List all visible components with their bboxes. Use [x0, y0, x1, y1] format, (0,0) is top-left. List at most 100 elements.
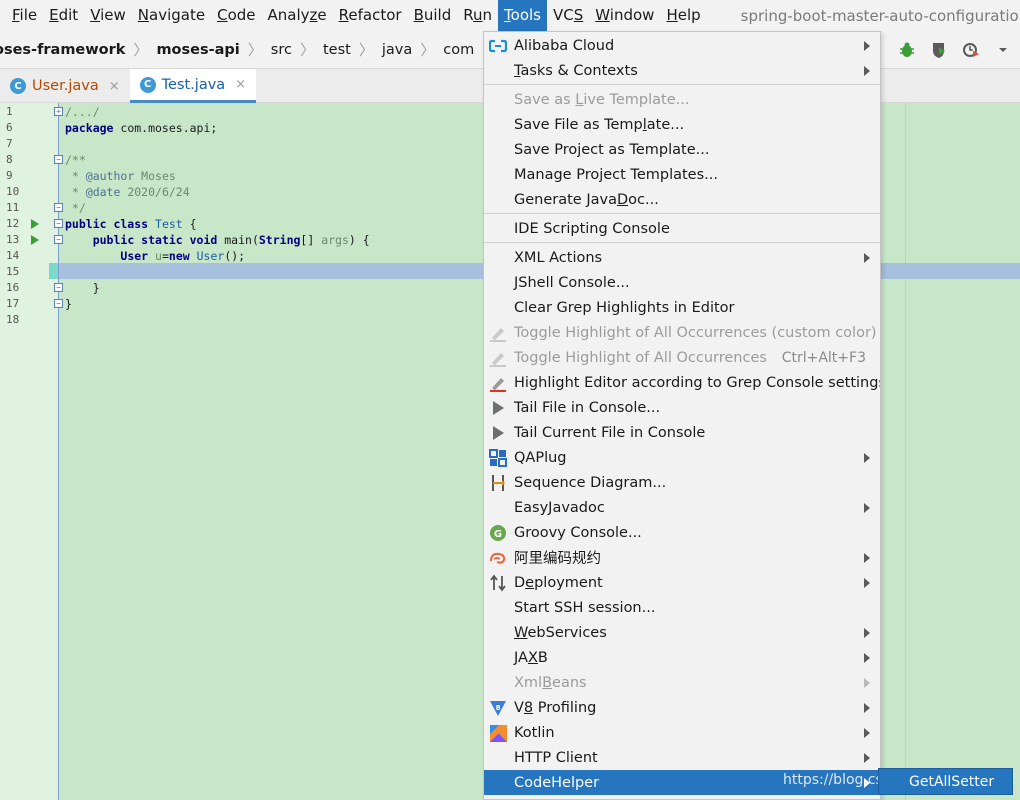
menu-label-pre: XML Actions: [514, 249, 603, 266]
tools-menu-item-save-file-as-template[interactable]: Save File as Template...: [484, 112, 880, 137]
tab-user-java[interactable]: C User.java ×: [0, 69, 130, 103]
code-token: {: [182, 217, 197, 231]
menu-analyze[interactable]: Analyze: [262, 0, 333, 31]
menu-item-label: JShell Console...: [514, 275, 630, 291]
menu-view[interactable]: View: [84, 0, 132, 31]
submenu-arrow-icon: [864, 653, 870, 663]
code-text: package com.moses.api;: [65, 120, 217, 136]
menu-label-pre: IDE Scripting Console: [514, 220, 670, 237]
fold-toggle-icon[interactable]: −: [54, 283, 63, 292]
code-token: *: [65, 169, 86, 183]
breadcrumb-item[interactable]: src: [267, 42, 296, 58]
tools-menu-item-clear-grep-highlights-in-editor[interactable]: Clear Grep Highlights in Editor: [484, 295, 880, 320]
coverage-icon[interactable]: [928, 39, 950, 61]
breadcrumb-item[interactable]: java: [378, 42, 416, 58]
tools-menu-item-qaplug[interactable]: QAPlug: [484, 445, 880, 470]
breadcrumb-item[interactable]: com: [439, 42, 478, 58]
menu-navigate[interactable]: Navigate: [132, 0, 211, 31]
submenu-arrow-icon: [864, 503, 870, 513]
line-number: 10: [6, 185, 20, 198]
profiler-icon[interactable]: [960, 39, 982, 61]
run-gutter-icon[interactable]: [31, 219, 39, 229]
menu-label-pre: QAPlug: [514, 449, 567, 466]
submenu-arrow-icon: [864, 453, 870, 463]
close-icon[interactable]: ×: [109, 79, 120, 94]
code-text: public class Test {: [65, 216, 197, 232]
fold-toggle-icon[interactable]: −: [54, 219, 63, 228]
menu-mnemonic: u: [473, 6, 483, 24]
tools-menu-item-manage-project-templates[interactable]: Manage Project Templates...: [484, 162, 880, 187]
tools-menu-item-jshell-console[interactable]: JShell Console...: [484, 270, 880, 295]
menu-item-label: Kotlin: [514, 725, 555, 741]
tools-menu-item-deployment[interactable]: Deployment: [484, 570, 880, 595]
submenu-arrow-icon: [864, 41, 870, 51]
tools-menu-item-tail-current-file-in-console[interactable]: Tail Current File in Console: [484, 420, 880, 445]
fold-toggle-icon[interactable]: −: [54, 299, 63, 308]
tools-menu-item-webservices[interactable]: WebServices: [484, 620, 880, 645]
line-number: 11: [6, 201, 20, 214]
submenu-arrow-icon: [864, 678, 870, 688]
code-token: ) {: [348, 233, 370, 247]
fold-toggle-icon[interactable]: −: [54, 155, 63, 164]
run-gutter-icon[interactable]: [31, 235, 39, 245]
tools-menu-item-groovy-console[interactable]: G Groovy Console...: [484, 520, 880, 545]
fold-toggle-icon[interactable]: +: [54, 107, 63, 116]
menu-item-label: Tail File in Console...: [514, 400, 660, 416]
submenu-item-getallsetter[interactable]: GetAllSetter: [878, 768, 1013, 795]
tools-menu-item-sequence-diagram[interactable]: Sequence Diagram...: [484, 470, 880, 495]
tools-menu-item-v8-profiling[interactable]: 8 V8 Profiling: [484, 695, 880, 720]
tools-menu-item-generate-javadoc[interactable]: Generate JavaDoc...: [484, 187, 880, 212]
line-number: 16: [6, 281, 20, 294]
menu-label-pre: R: [463, 6, 473, 24]
breadcrumb-item[interactable]: moses-api: [152, 42, 243, 58]
menu-item-label: JAXB: [514, 650, 548, 666]
tools-menu-item-xmlbeans: XmlBeans: [484, 670, 880, 695]
menu-build[interactable]: Build: [408, 0, 458, 31]
menu-label-post: oc...: [628, 191, 659, 208]
menu-vcs[interactable]: VCS: [547, 0, 589, 31]
tools-menu-item-ide-scripting-console[interactable]: IDE Scripting Console: [484, 216, 880, 241]
tab-test-java[interactable]: C Test.java ×: [129, 69, 257, 103]
menu-label-pre: D: [514, 574, 526, 591]
code-token: public class: [65, 217, 149, 231]
menu-item-label: Highlight Editor according to Grep Conso…: [514, 375, 880, 391]
menu-code[interactable]: Code: [211, 0, 261, 31]
menu-item-label: XML Actions: [514, 250, 602, 266]
breadcrumb-item[interactable]: oses-framework: [0, 42, 129, 58]
menu-run[interactable]: Run: [457, 0, 498, 31]
tools-menu-item-tail-file-in-console[interactable]: Tail File in Console...: [484, 395, 880, 420]
tools-menu-item-http-client[interactable]: HTTP Client: [484, 745, 880, 770]
close-icon[interactable]: ×: [235, 77, 246, 92]
line-number: 17: [6, 297, 20, 310]
fold-toggle-icon[interactable]: −: [54, 235, 63, 244]
tools-menu-item-xml-actions[interactable]: XML Actions: [484, 245, 880, 270]
tools-menu-item-alibaba-cloud[interactable]: Alibaba Cloud: [484, 33, 880, 58]
menu-edit[interactable]: Edit: [43, 0, 84, 31]
debug-icon[interactable]: [896, 39, 918, 61]
tools-menu-item-tasks-contexts[interactable]: Tasks & Contexts: [484, 58, 880, 83]
tools-menu-item-highlight-editor-according-to-grep-console-settings[interactable]: Highlight Editor according to Grep Conso…: [484, 370, 880, 395]
tools-menu-item-item[interactable]: 阿里编码规约: [484, 545, 880, 570]
tools-menu-item-kotlin[interactable]: Kotlin: [484, 720, 880, 745]
tools-menu-item-easyjavadoc[interactable]: EasyJavadoc: [484, 495, 880, 520]
fold-toggle-icon[interactable]: −: [54, 203, 63, 212]
menu-label-pre: Tail Current File in Console: [514, 424, 706, 441]
breadcrumb-separator-icon: 〉: [133, 41, 149, 59]
submenu-arrow-icon: [864, 553, 870, 563]
chevron-down-icon[interactable]: [992, 39, 1014, 61]
tools-menu-item-jaxb[interactable]: JAXB: [484, 645, 880, 670]
menu-tools[interactable]: Tools: [498, 0, 547, 31]
menu-refactor[interactable]: Refactor: [333, 0, 408, 31]
menu-window[interactable]: Window: [589, 0, 660, 31]
menu-item-label: Groovy Console...: [514, 525, 642, 541]
menu-item-label: HTTP Client: [514, 750, 598, 766]
menu-help[interactable]: Help: [660, 0, 706, 31]
tools-menu-item-start-ssh-session[interactable]: Start SSH session...: [484, 595, 880, 620]
menu-mnemonic: H: [666, 6, 678, 24]
menu-file[interactable]: File: [6, 0, 43, 31]
tools-menu-item-save-project-as-template[interactable]: Save Project as Template...: [484, 137, 880, 162]
breadcrumb-item[interactable]: test: [319, 42, 355, 58]
code-token: package: [65, 121, 114, 135]
menu-label-pre: Analy: [267, 6, 310, 24]
menu-label-pre: Clear Grep Highlights in Editor: [514, 299, 735, 316]
